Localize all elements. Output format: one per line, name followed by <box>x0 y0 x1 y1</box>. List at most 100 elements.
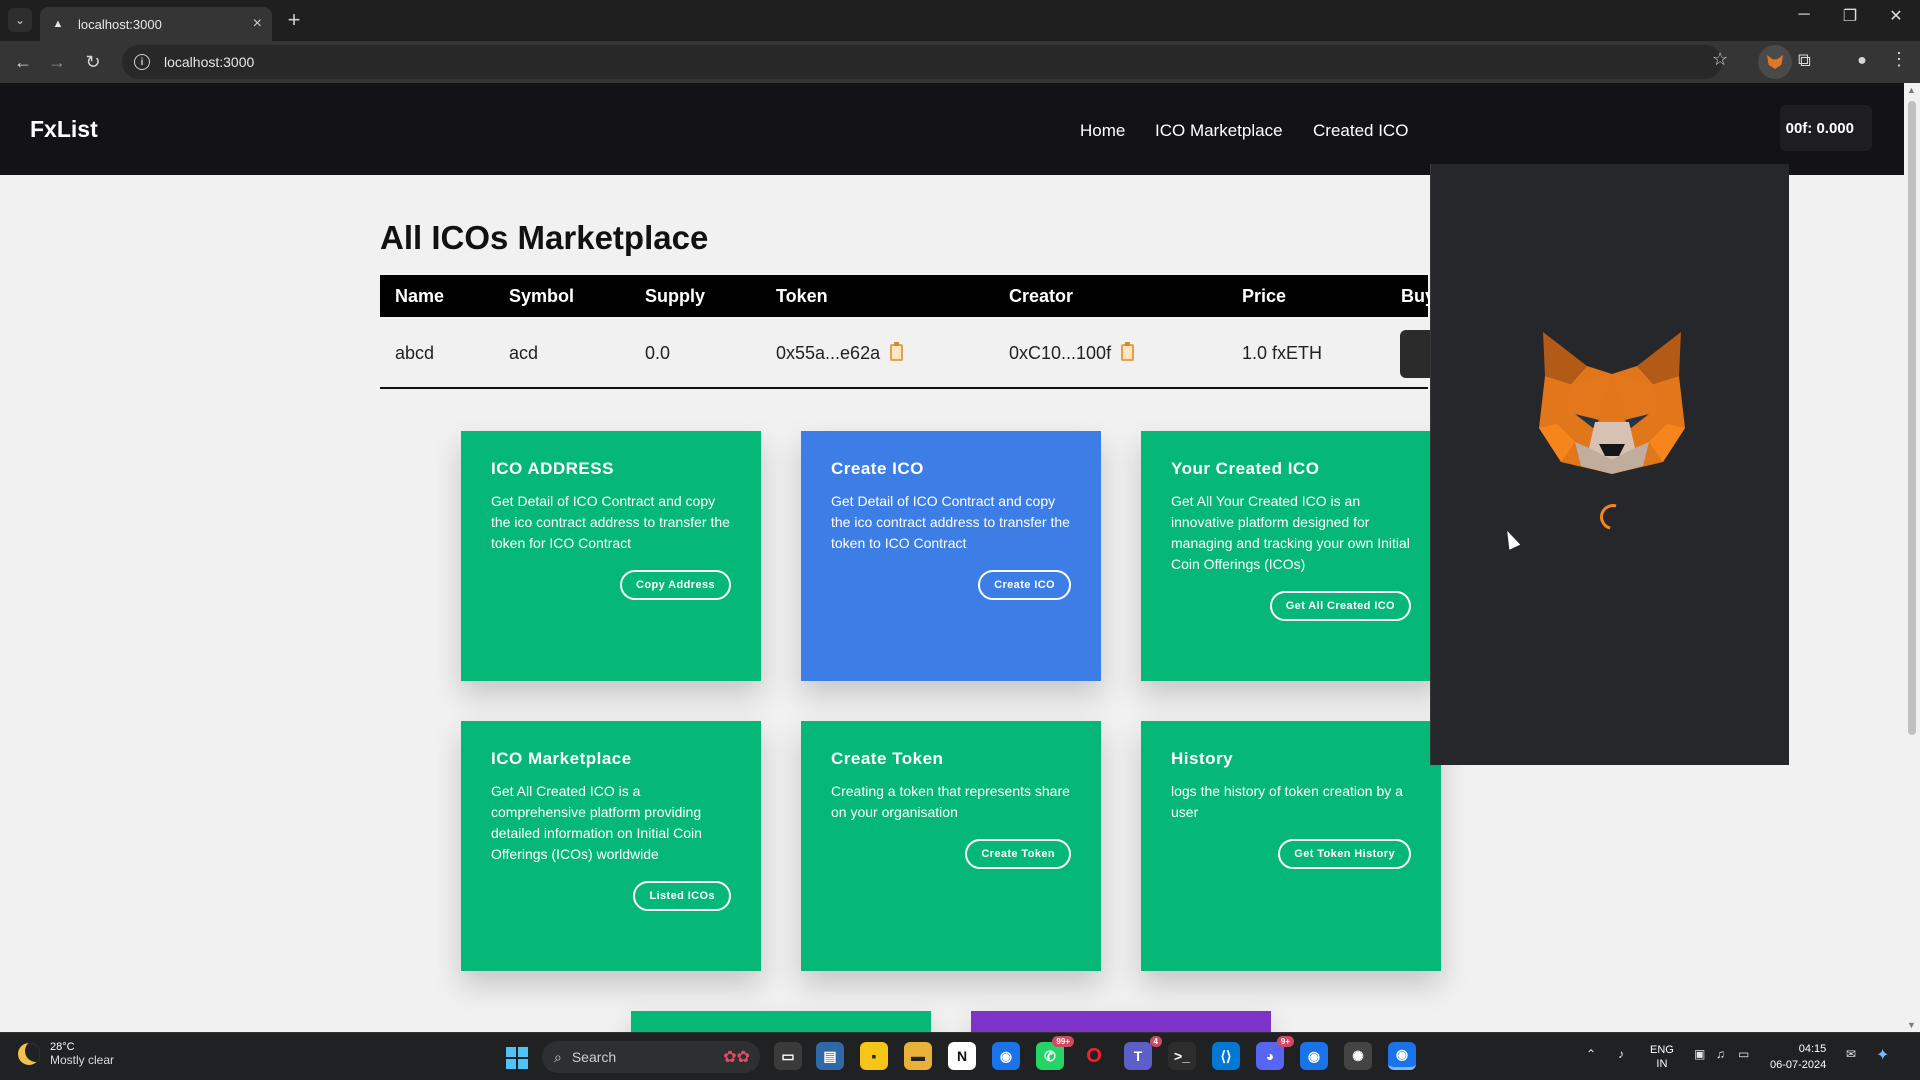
get-all-created-ico-button[interactable]: Get All Created ICO <box>1269 591 1411 621</box>
metamask-extension-icon[interactable] <box>1758 45 1792 79</box>
page-scrollbar[interactable]: ▲ ▼ <box>1904 83 1920 1032</box>
card-partial-purple <box>971 1011 1271 1032</box>
card-text: Creating a token that represents share o… <box>831 783 1070 820</box>
get-token-history-button[interactable]: Get Token History <box>1278 839 1411 869</box>
scrollbar-thumb[interactable] <box>1908 101 1916 735</box>
card-title: ICO Marketplace <box>491 749 632 768</box>
nav-created-ico[interactable]: Created ICO <box>1313 121 1408 141</box>
forward-icon[interactable]: → <box>44 49 70 75</box>
volume-icon[interactable]: ♫ <box>1716 1047 1725 1061</box>
clock-date: 06-07-2024 <box>1770 1059 1827 1071</box>
scroll-up-icon[interactable]: ▲ <box>1907 85 1916 95</box>
profile-icon[interactable]: ● <box>1850 49 1874 73</box>
lang-line1: ENG <box>1650 1044 1674 1056</box>
card-text: Get All Your Created ICO is an innovativ… <box>1171 493 1410 572</box>
page-title: All ICOs Marketplace <box>380 219 709 256</box>
file-explorer-icon[interactable]: ▬ <box>904 1042 932 1070</box>
col-token: Token <box>776 286 828 306</box>
browser-tab[interactable]: ▲ localhost:3000 × <box>40 7 272 41</box>
card-ico-marketplace: ICO Marketplace Get All Created ICO is a… <box>461 721 761 971</box>
opera-icon[interactable]: O <box>1080 1042 1108 1070</box>
create-ico-button[interactable]: Create ICO <box>978 570 1071 600</box>
screen: ⌄ ▲ localhost:3000 × + ─ ❐ ✕ ← → ↻ i loc… <box>0 0 1920 1080</box>
chrome-icon[interactable]: ◉ <box>992 1042 1020 1070</box>
search-icon: ⌕ <box>554 1048 562 1065</box>
reload-icon[interactable]: ↻ <box>80 49 106 75</box>
metamask-popup[interactable] <box>1430 164 1789 765</box>
battery-icon[interactable]: ▭ <box>1738 1047 1749 1061</box>
card-partial-green <box>631 1011 931 1032</box>
copilot-icon[interactable]: ✦ <box>1876 1045 1889 1065</box>
address-bar[interactable]: i localhost:3000 <box>122 45 1722 79</box>
wallet-balance-button[interactable]: 00f: 0.000 <box>1780 105 1872 151</box>
weather-moon-icon <box>18 1043 40 1065</box>
weather-widget[interactable]: 28°C Mostly clear <box>18 1041 114 1067</box>
new-tab-button[interactable]: + <box>282 7 306 32</box>
back-icon[interactable]: ← <box>10 49 36 75</box>
terminal-icon[interactable]: >_ <box>1168 1042 1196 1070</box>
site-logo[interactable]: FxList <box>30 116 98 143</box>
menu-kebab-icon[interactable]: ⋮ <box>1890 49 1908 70</box>
create-token-button[interactable]: Create Token <box>965 839 1071 869</box>
card-text: Get Detail of ICO Contract and copy the … <box>491 493 730 551</box>
microphone-icon[interactable]: ♪ <box>1618 1047 1624 1061</box>
card-your-created-ico: Your Created ICO Get All Your Created IC… <box>1141 431 1441 681</box>
copy-address-button[interactable]: Copy Address <box>620 570 731 600</box>
cell-token: 0x55a...e62a <box>776 342 904 364</box>
cell-creator: 0xC10...100f <box>1009 342 1135 364</box>
restore-icon[interactable]: ❐ <box>1830 6 1870 26</box>
vscode-icon[interactable]: ⟨⟩ <box>1212 1042 1240 1070</box>
col-creator: Creator <box>1009 286 1074 306</box>
nav-home[interactable]: Home <box>1080 121 1125 141</box>
minimize-icon[interactable]: ─ <box>1784 6 1824 24</box>
chrome-profile-icon[interactable]: ◉ <box>1300 1042 1328 1070</box>
close-window-icon[interactable]: ✕ <box>1876 6 1916 26</box>
card-text: logs the history of token creation by a … <box>1171 783 1403 820</box>
taskbar-search[interactable]: ⌕ Search ✿✿ <box>542 1041 760 1073</box>
notification-icon[interactable]: ✉ <box>1846 1047 1856 1061</box>
page-viewport: FxList Home ICO Marketplace Created ICO … <box>0 83 1904 1032</box>
nav-ico-marketplace[interactable]: ICO Marketplace <box>1155 121 1283 141</box>
search-highlight-icon: ✿✿ <box>723 1049 750 1066</box>
weather-temp: 28°C <box>50 1041 75 1053</box>
browser-toolbar: ← → ↻ i localhost:3000 ☆ ⧉ ● ⋮ <box>0 41 1920 83</box>
sticky-notes-icon[interactable]: ▪ <box>860 1042 888 1070</box>
card-title: Your Created ICO <box>1171 459 1320 478</box>
copy-clipboard-icon[interactable] <box>890 342 904 361</box>
listed-icos-button[interactable]: Listed ICOs <box>633 881 731 911</box>
chrome-active-icon[interactable]: ◉ <box>1388 1042 1416 1070</box>
copy-clipboard-icon[interactable] <box>1121 342 1135 361</box>
card-title: ICO ADDRESS <box>491 459 614 478</box>
discord-icon[interactable]: ◕ 9+ <box>1256 1036 1294 1070</box>
tray-overflow-icon[interactable]: ⌃ <box>1586 1047 1596 1061</box>
chatgpt-icon[interactable]: ✺ <box>1344 1042 1372 1070</box>
language-indicator[interactable]: ENG IN <box>1650 1043 1674 1071</box>
tab-title: localhost:3000 <box>78 16 162 32</box>
clock-time: 04:15 <box>1798 1043 1827 1055</box>
extensions-icon[interactable]: ⧉ <box>1798 50 1811 71</box>
network-icon[interactable]: ▣ <box>1694 1047 1705 1061</box>
widgets-icon[interactable]: ▤ <box>816 1042 844 1070</box>
bookmark-star-icon[interactable]: ☆ <box>1712 49 1728 70</box>
system-clock[interactable]: 04:15 06-07-2024 <box>1770 1041 1826 1073</box>
whatsapp-icon[interactable]: ✆ 99+ <box>1036 1036 1074 1070</box>
task-view-icon[interactable]: ▭ <box>774 1042 802 1070</box>
scroll-down-icon[interactable]: ▼ <box>1907 1020 1916 1030</box>
cell-supply: 0.0 <box>645 343 671 363</box>
lang-line2: IN <box>1656 1058 1668 1070</box>
cell-name: abcd <box>395 343 435 363</box>
notion-icon[interactable]: N <box>948 1042 976 1070</box>
tab-search-button[interactable]: ⌄ <box>8 8 32 32</box>
cell-price: 1.0 fxETH <box>1242 343 1323 363</box>
creator-address: 0xC10...100f <box>1009 343 1112 363</box>
teams-icon[interactable]: T4 <box>1124 1036 1162 1070</box>
close-tab-icon[interactable]: × <box>253 15 262 33</box>
col-supply: Supply <box>645 286 706 306</box>
site-info-icon[interactable]: i <box>134 54 150 70</box>
search-label: Search <box>571 1049 617 1065</box>
token-address: 0x55a...e62a <box>776 343 881 363</box>
site-favicon-icon: ▲ <box>52 18 64 30</box>
metamask-fox-icon <box>1539 332 1685 474</box>
windows-start-icon[interactable] <box>506 1047 528 1069</box>
browser-tab-bar: ⌄ ▲ localhost:3000 × + ─ ❐ ✕ <box>0 0 1920 41</box>
